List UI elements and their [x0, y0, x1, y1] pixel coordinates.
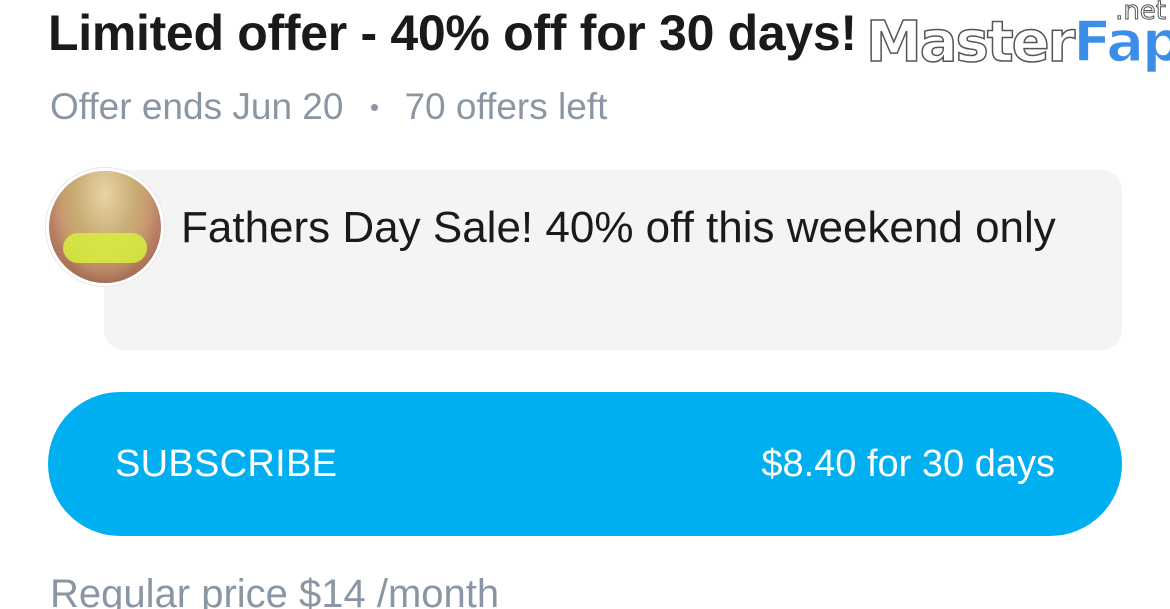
separator-dot: [371, 103, 379, 111]
creator-message-bubble: Fathers Day Sale! 40% off this weekend o…: [104, 170, 1122, 350]
offers-left-count: 70 offers left: [404, 86, 608, 127]
offer-meta: Offer ends Jun 20 70 offers left: [50, 86, 607, 128]
offer-title: Limited offer - 40% off for 30 days!: [48, 5, 857, 61]
creator-message-text: Fathers Day Sale! 40% off this weekend o…: [181, 203, 1056, 252]
avatar[interactable]: [46, 168, 164, 286]
offer-page: Limited offer - 40% off for 30 days! Off…: [0, 0, 1170, 609]
avatar-hair: [49, 171, 161, 283]
regular-price: Regular price $14 /month: [50, 572, 500, 609]
watermark-logo: MasterFap .net: [865, 0, 1170, 82]
subscribe-label: SUBSCRIBE: [115, 442, 338, 485]
offer-end-date: Offer ends Jun 20: [50, 86, 344, 127]
subscribe-button[interactable]: SUBSCRIBE $8.40 for 30 days: [48, 392, 1122, 536]
watermark-tld: .net: [1115, 0, 1167, 27]
subscribe-price: $8.40 for 30 days: [761, 442, 1055, 485]
avatar-detail: [63, 233, 147, 263]
